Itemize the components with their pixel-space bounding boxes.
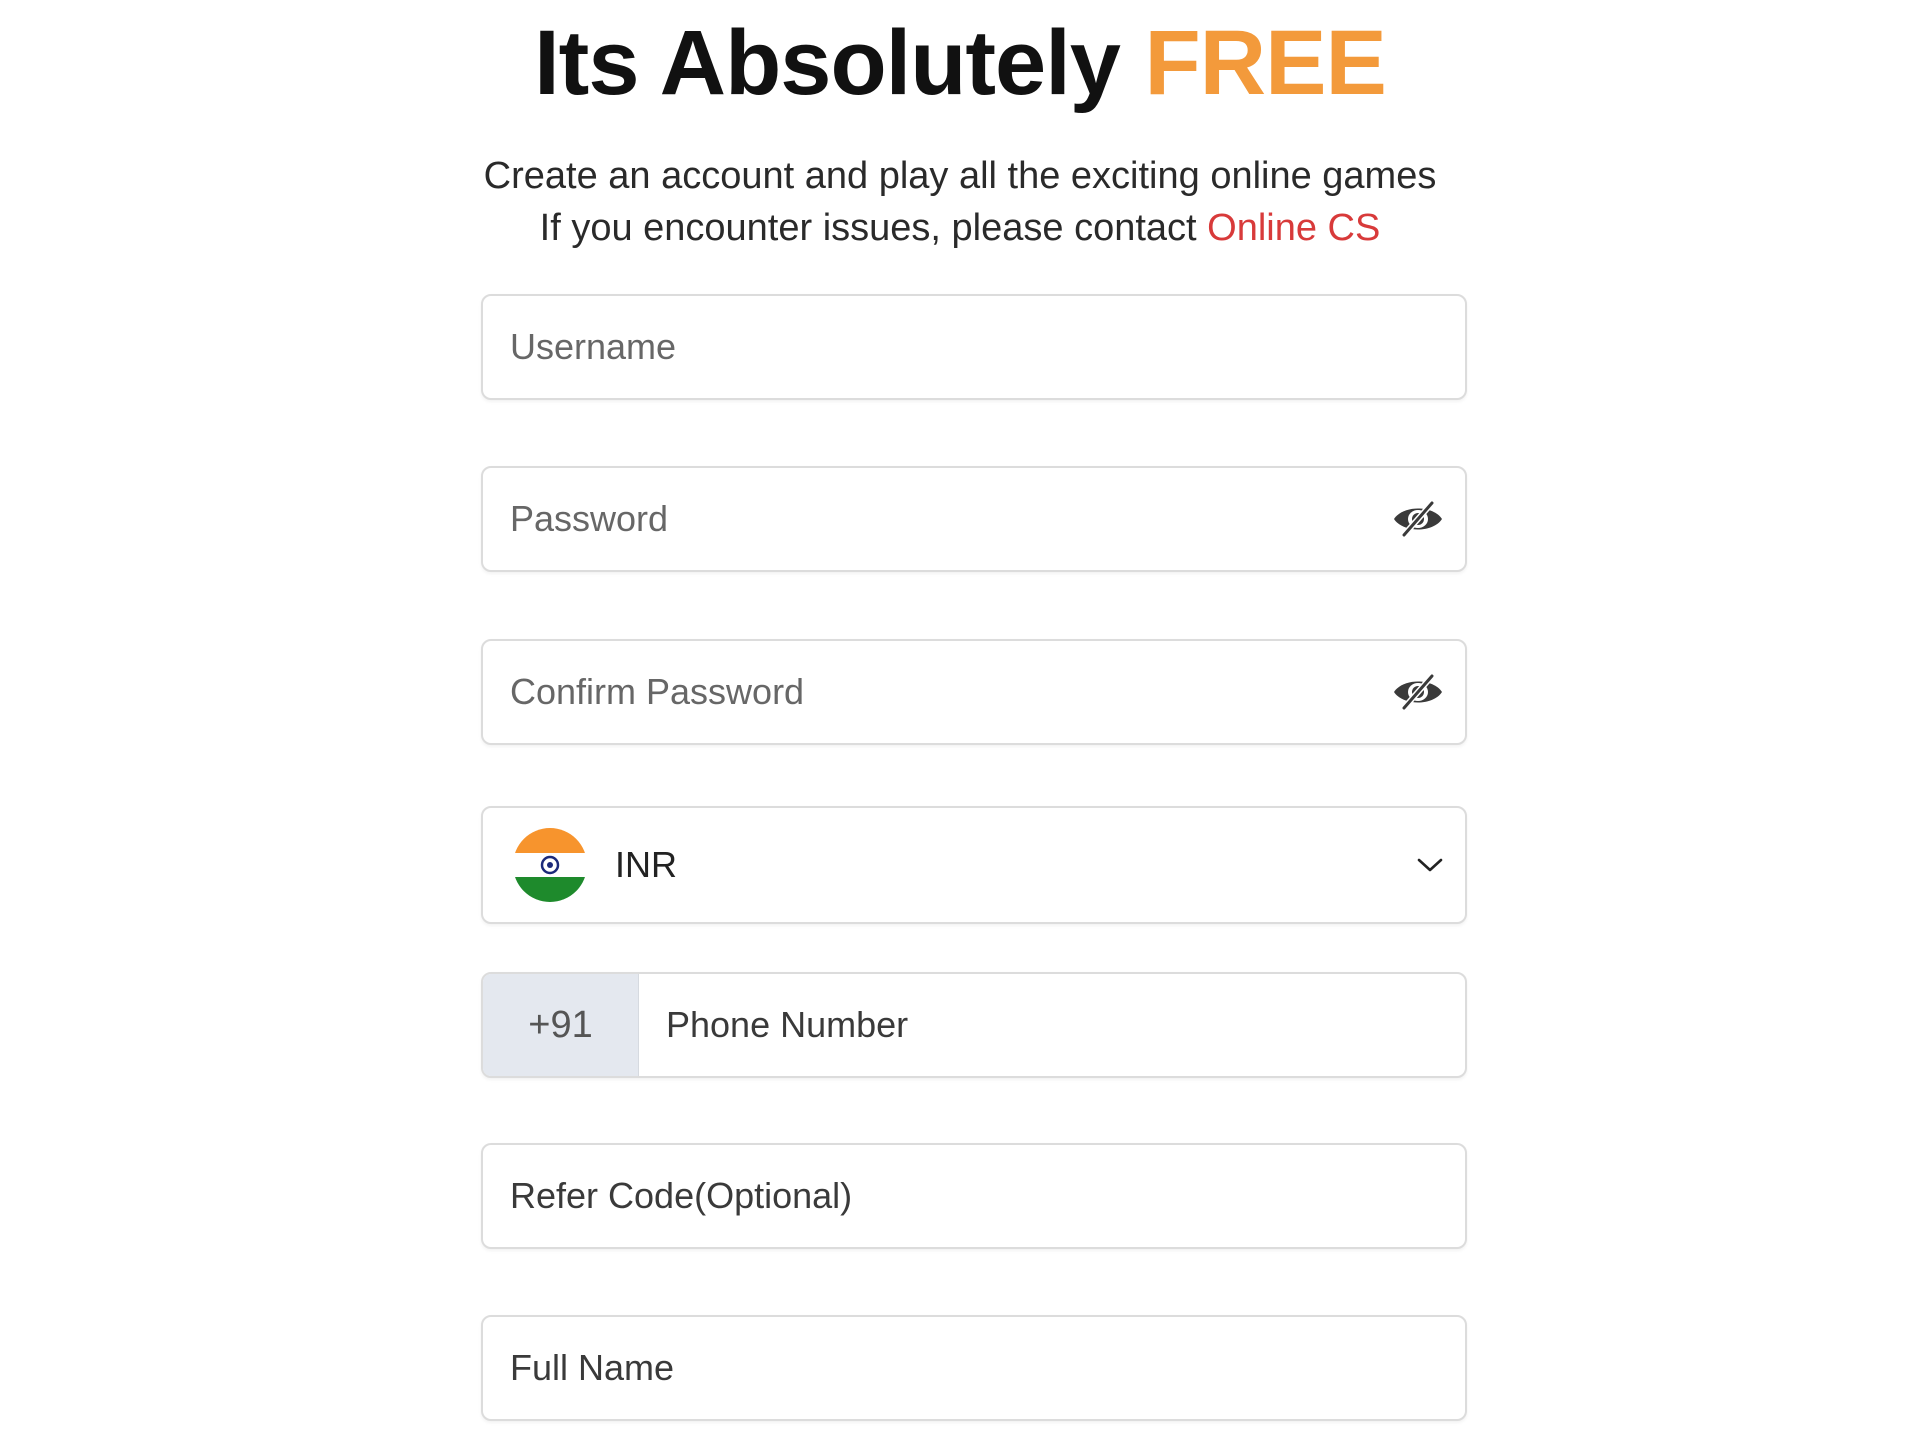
eye-slash-icon[interactable] xyxy=(1391,672,1445,712)
refer-code-field xyxy=(481,1143,1467,1249)
online-cs-link[interactable]: Online CS xyxy=(1207,207,1380,249)
india-flag-icon xyxy=(513,828,587,902)
title-main: Its Absolutely xyxy=(534,12,1121,114)
confirm-password-field xyxy=(481,639,1467,745)
full-name-field xyxy=(481,1315,1467,1421)
subtitle-line-1: Create an account and play all the excit… xyxy=(483,155,1437,197)
subtitle: Create an account and play all the excit… xyxy=(0,150,1920,254)
eye-slash-icon[interactable] xyxy=(1391,499,1445,539)
currency-value: INR xyxy=(615,844,677,885)
phone-number-input[interactable] xyxy=(639,974,1465,1076)
page-title: Its Absolutely FREE xyxy=(0,8,1920,118)
refer-code-input[interactable] xyxy=(483,1145,1465,1247)
username-input[interactable] xyxy=(483,296,1465,398)
phone-field: +91 xyxy=(481,972,1467,1078)
chevron-down-icon[interactable] xyxy=(1415,850,1445,880)
currency-select[interactable]: INR xyxy=(481,806,1467,924)
title-accent: FREE xyxy=(1144,12,1386,114)
subtitle-line-2-text: If you encounter issues, please contact xyxy=(539,207,1197,249)
confirm-password-input[interactable] xyxy=(483,641,1391,743)
password-field xyxy=(481,466,1467,572)
subtitle-line-2: If you encounter issues, please contact … xyxy=(0,202,1920,254)
password-input[interactable] xyxy=(483,468,1391,570)
full-name-input[interactable] xyxy=(483,1317,1465,1419)
username-field xyxy=(481,294,1467,400)
country-code-prefix: +91 xyxy=(483,974,639,1076)
